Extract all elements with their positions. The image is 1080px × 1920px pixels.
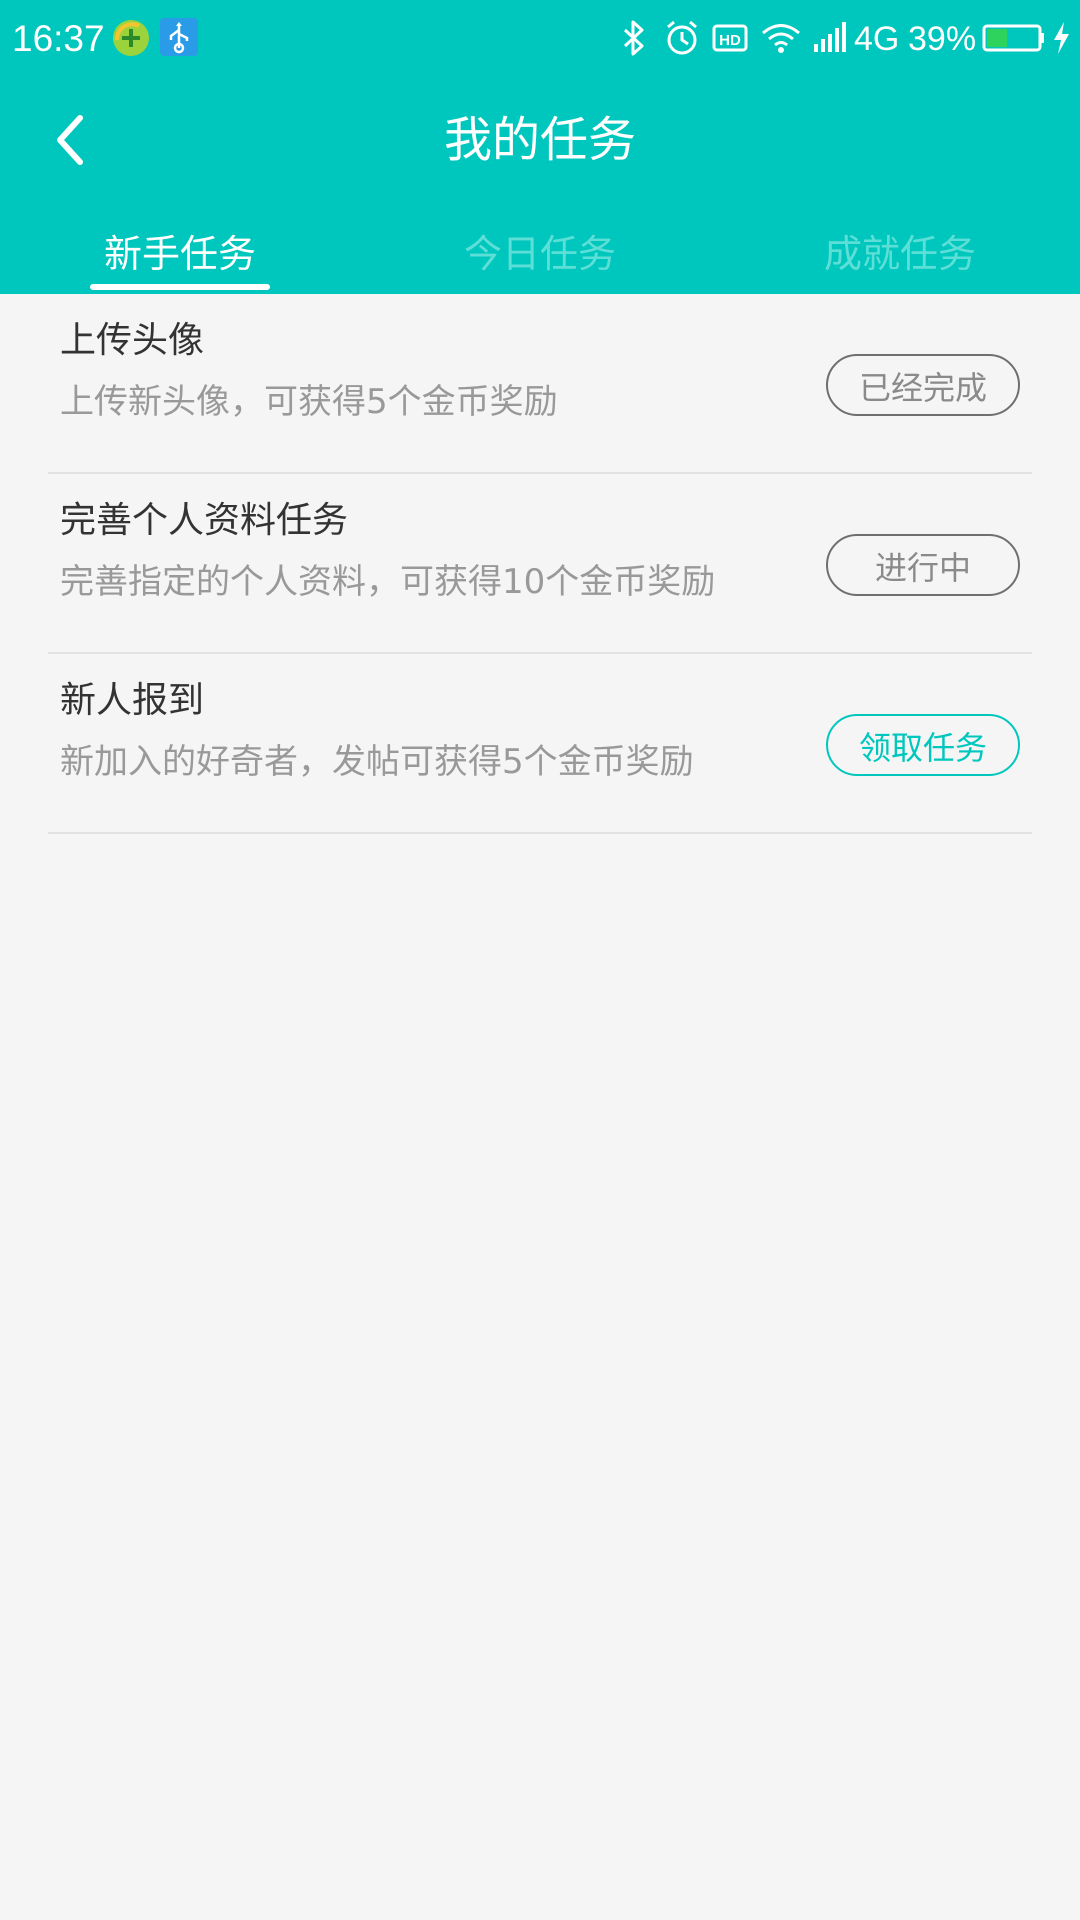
task-description: 上传新头像，可获得5个金币奖励: [60, 382, 558, 422]
page-title: 我的任务: [443, 112, 636, 168]
task-title: 新人报到: [60, 680, 205, 721]
title-bar: 我的任务: [0, 78, 1080, 208]
svg-text:HD: HD: [719, 32, 741, 49]
tab-newbie-tasks[interactable]: 新手任务: [0, 208, 360, 294]
in-progress-button[interactable]: 进行中: [826, 534, 1020, 596]
usb-icon: [160, 18, 198, 56]
task-description: 完善指定的个人资料，可获得10个金币奖励: [60, 562, 716, 602]
tab-daily-tasks[interactable]: 今日任务: [360, 208, 720, 294]
app-notification-icon: [113, 20, 149, 56]
tab-achievement-tasks[interactable]: 成就任务: [720, 208, 1080, 294]
charging-icon: [1054, 22, 1069, 54]
task-tabs: 新手任务 今日任务 成就任务: [0, 208, 1080, 294]
network-type: 4G: [854, 20, 900, 58]
list-item: 新人报到 新加入的好奇者，发帖可获得5个金币奖励 领取任务: [48, 654, 1032, 834]
list-item: 上传头像 上传新头像，可获得5个金币奖励 已经完成: [48, 294, 1032, 474]
hd-icon: HD: [712, 24, 748, 52]
status-time: 16:37: [12, 18, 105, 59]
task-title: 上传头像: [60, 320, 205, 361]
completed-button[interactable]: 已经完成: [826, 354, 1020, 416]
alarm-icon: [667, 20, 697, 55]
bluetooth-icon: [623, 20, 644, 56]
task-title: 完善个人资料任务: [60, 500, 349, 541]
active-tab-indicator: [90, 284, 270, 290]
battery-percent: 39%: [908, 20, 977, 58]
task-list: 上传头像 上传新头像，可获得5个金币奖励 已经完成 完善个人资料任务 完善指定的…: [0, 294, 1080, 834]
status-bar: 16:37 HD 4G 39%: [0, 0, 1080, 78]
list-item: 完善个人资料任务 完善指定的个人资料，可获得10个金币奖励 进行中: [48, 474, 1032, 654]
app-header: 16:37 HD 4G 39% 我的任务 新手任务 今日任务 成就任务: [0, 0, 1080, 294]
claim-task-button[interactable]: 领取任务: [826, 714, 1020, 776]
task-description: 新加入的好奇者，发帖可获得5个金币奖励: [60, 742, 694, 782]
signal-icon: [814, 22, 846, 52]
battery-icon: [982, 24, 1044, 52]
wifi-icon: [762, 24, 800, 53]
